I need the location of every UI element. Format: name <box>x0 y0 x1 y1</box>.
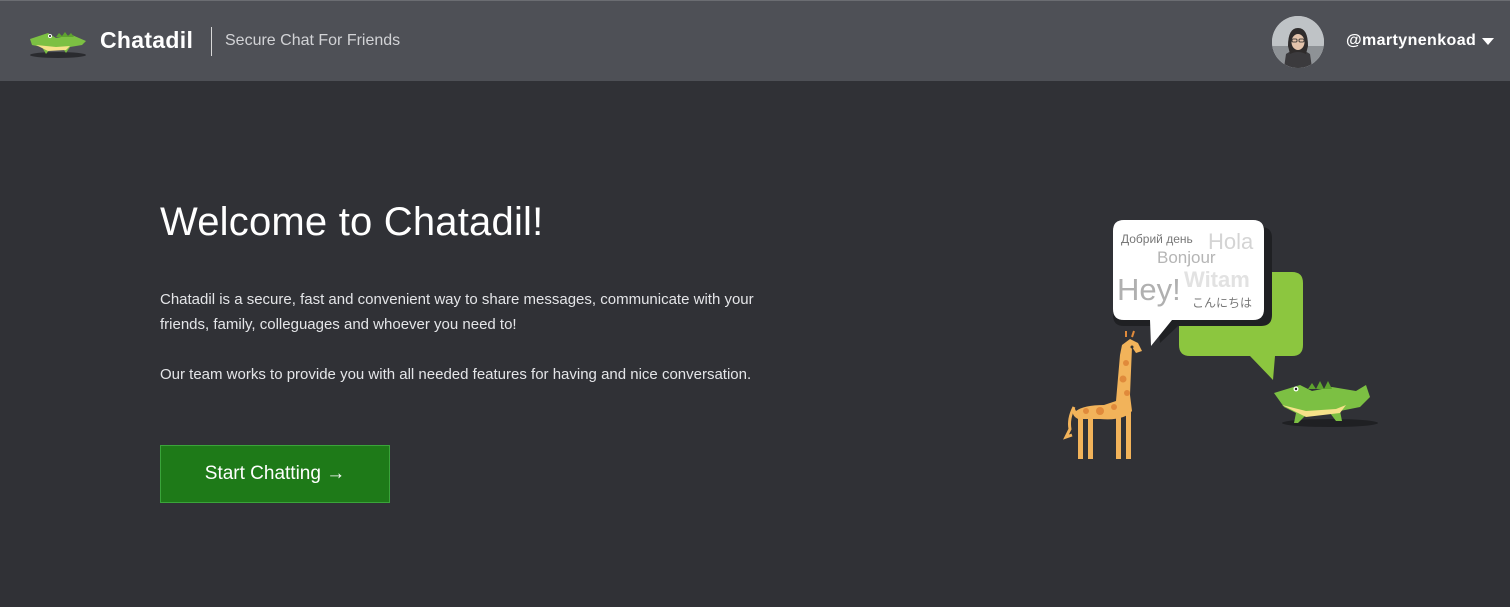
brand-name[interactable]: Chatadil <box>100 27 193 54</box>
intro-paragraph-2: Our team works to provide you with all n… <box>160 366 752 383</box>
greeting-french: Bonjour <box>1157 248 1216 267</box>
caret-down-icon[interactable] <box>1482 38 1494 45</box>
user-avatar[interactable] <box>1272 16 1324 68</box>
brand-divider <box>211 27 212 56</box>
intro-paragraph-1: Chatadil is a secure, fast and convenien… <box>160 291 754 333</box>
tagline: Secure Chat For Friends <box>225 32 401 49</box>
page-title: Welcome to Chatadil! <box>160 200 544 244</box>
avatar-image <box>1272 16 1324 68</box>
greeting-japanese: こんにちは <box>1192 296 1252 310</box>
giraffe-icon <box>1063 330 1142 459</box>
greeting-ukrainian: Добрий день <box>1121 232 1193 246</box>
greeting-english: Hey! <box>1117 272 1181 307</box>
greeting-polish: Witam <box>1184 267 1250 292</box>
top-header: Chatadil Secure Chat For Friends @martyn… <box>0 0 1510 81</box>
chat-illustration: Добрий день Hola Bonjour Hey! Witam こんにち… <box>1063 220 1378 459</box>
crocodile-icon <box>1274 381 1378 427</box>
crocodile-logo-icon[interactable] <box>26 25 90 59</box>
start-chatting-button[interactable]: Start Chatting → <box>160 445 390 503</box>
username[interactable]: @martynenkoad <box>1346 32 1476 50</box>
